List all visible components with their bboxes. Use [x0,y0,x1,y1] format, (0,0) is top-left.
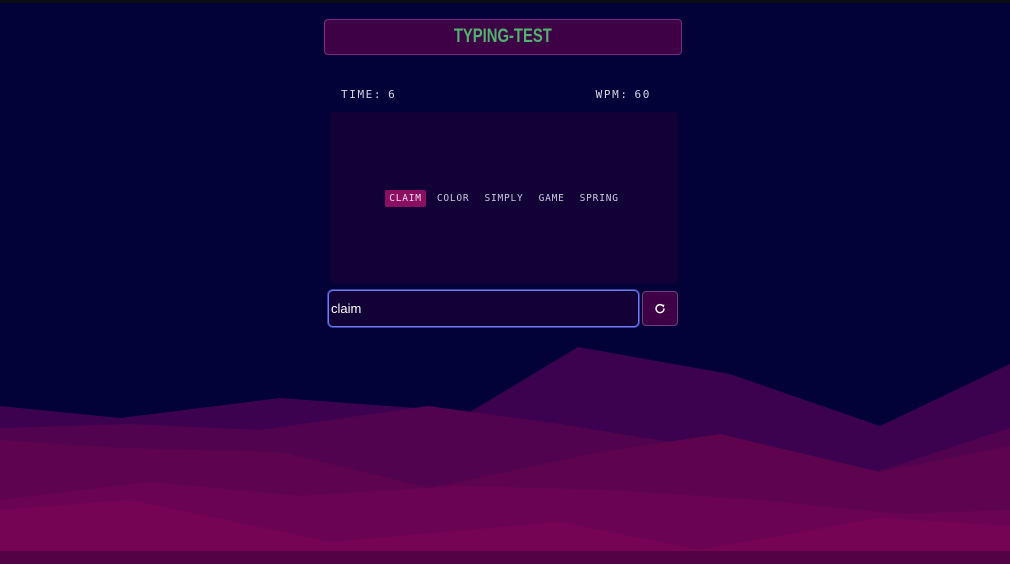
stats-bar: TIME: 6 WPM: 60 [341,86,651,102]
bottom-band [0,551,1010,564]
typing-test-page: TYPING-TEST TIME: 6 WPM: 60 CLAIM COLOR … [0,0,1010,564]
time-label: TIME: [341,87,383,101]
wpm-value: 60 [634,87,651,101]
reload-icon [655,303,665,313]
time-value: 6 [388,87,397,101]
wpm-stat: WPM: 60 [596,88,651,101]
words-panel: CLAIM COLOR SIMPLY GAME SPRING [330,112,678,284]
word-item: COLOR [436,192,470,204]
word-item: SIMPLY [484,192,524,204]
input-row [328,290,678,327]
wpm-label: WPM: [595,87,629,101]
word-list: CLAIM COLOR SIMPLY GAME SPRING [385,189,623,207]
reset-button[interactable] [642,291,678,326]
time-stat: TIME: 6 [341,88,396,101]
typing-input[interactable] [328,290,639,327]
word-current: CLAIM [385,189,426,207]
word-item: GAME [538,192,565,204]
word-item: SPRING [579,192,619,204]
app-title: TYPING-TEST [454,26,552,47]
title-banner: TYPING-TEST [324,19,682,55]
